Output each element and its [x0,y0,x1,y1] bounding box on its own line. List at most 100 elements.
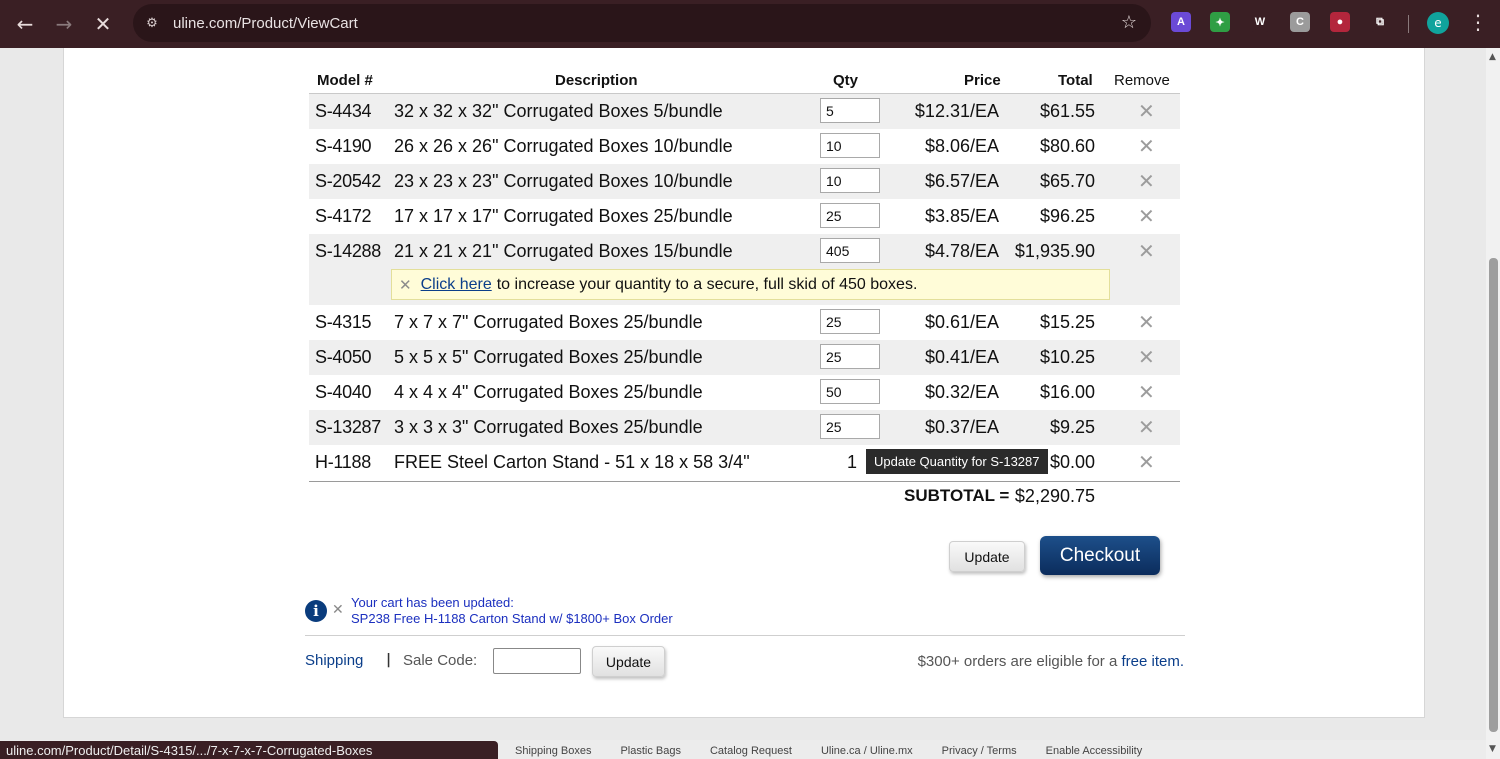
remove-item-icon[interactable]: ✕ [1138,450,1155,475]
model-link[interactable]: S-4434 [315,101,372,122]
a-extension-icon[interactable]: A [1171,12,1191,32]
footer-link[interactable]: Enable Accessibility [1046,745,1143,757]
bookmark-star-icon[interactable]: ☆ [1121,12,1137,33]
footer-link[interactable]: Privacy / Terms [942,745,1017,757]
shipping-link[interactable]: Shipping [305,652,363,669]
w-extension-icon[interactable]: W [1250,12,1270,32]
line-total: $65.70 [1039,171,1095,191]
remove-item-icon[interactable]: ✕ [1138,204,1155,229]
remove-item-icon[interactable]: ✕ [1138,415,1155,440]
remove-item-icon[interactable]: ✕ [1138,239,1155,264]
free-item-link[interactable]: free item. [1121,653,1184,670]
status-url: uline.com/Product/Detail/S-4315/.../7-x-… [0,741,498,759]
unit-price: $6.57/EA [924,171,999,191]
model-link[interactable]: S-4190 [315,136,372,157]
url-text[interactable]: uline.com/Product/ViewCart [173,15,358,32]
model-link[interactable]: S-20542 [315,171,381,192]
checkout-button[interactable]: Checkout [1040,536,1160,575]
description-link[interactable]: 17 x 17 x 17" Corrugated Boxes 25/bundle [394,206,733,227]
sale-code-label: Sale Code: [403,652,478,669]
upsell-banner: ✕ Click here to increase your quantity t… [391,269,1110,300]
puzzle-extension-icon[interactable]: ⧉ [1370,12,1390,32]
model-link[interactable]: S-13287 [315,417,381,438]
quantity-input[interactable] [820,203,880,228]
line-total: $16.00 [1039,382,1095,402]
sheets-extension-icon[interactable]: ✦ [1210,12,1230,32]
cart-row: S-4040 4 x 4 x 4" Corrugated Boxes 25/bun… [309,375,1180,410]
info-icon: i [305,600,327,622]
unit-price: $0.41/EA [924,347,999,367]
header-description: Description [555,72,638,89]
footer-link[interactable]: Uline.ca / Uline.mx [821,745,913,757]
red-extension-icon[interactable]: ● [1330,12,1350,32]
description-link[interactable]: 3 x 3 x 3" Corrugated Boxes 25/bundle [394,417,703,438]
model-link[interactable]: S-4050 [315,347,372,368]
cart-row: S-14288 21 x 21 x 21" Corrugated Boxes 15… [309,234,1180,269]
model-link[interactable]: H-1188 [315,452,371,473]
model-link[interactable]: S-4315 [315,312,372,333]
address-bar[interactable]: ⚙ uline.com/Product/ViewCart ☆ [133,4,1151,42]
sale-code-update-button[interactable]: Update [592,646,665,677]
line-total: $9.25 [1049,417,1095,437]
back-arrow-icon[interactable]: ← [7,6,43,42]
update-cart-button[interactable]: Update [949,541,1025,572]
description-link[interactable]: FREE Steel Carton Stand - 51 x 18 x 58 3… [394,452,750,473]
dismiss-notice-icon[interactable]: ✕ [332,602,344,618]
quantity-value: 1 [847,452,858,472]
quantity-input[interactable] [820,309,880,334]
cart-row: S-20542 23 x 23 x 23" Corrugated Boxes 10… [309,164,1180,199]
remove-item-icon[interactable]: ✕ [1138,345,1155,370]
upsell-row: ✕ Click here to increase your quantity t… [309,265,1180,305]
sale-code-input[interactable] [493,648,581,674]
scroll-up-arrow-icon[interactable]: ▲ [1489,52,1496,62]
remove-item-icon[interactable]: ✕ [1138,134,1155,159]
unit-price: $0.61/EA [924,312,999,332]
header-price: Price [964,72,1001,89]
footer-links: Shipping Boxes Plastic Bags Catalog Reques… [515,745,1171,757]
remove-item-icon[interactable]: ✕ [1138,310,1155,335]
scroll-down-arrow-icon[interactable]: ▼ [1489,744,1496,754]
description-link[interactable]: 4 x 4 x 4" Corrugated Boxes 25/bundle [394,382,703,403]
cart-updated-message: Your cart has been updated: [351,595,514,610]
remove-item-icon[interactable]: ✕ [1138,99,1155,124]
quantity-input[interactable] [820,379,880,404]
remove-item-icon[interactable]: ✕ [1138,169,1155,194]
upsell-text: to increase your quantity to a secure, f… [496,275,918,293]
line-total: $15.25 [1039,312,1095,332]
model-link[interactable]: S-4040 [315,382,372,403]
promo-applied-message: SP238 Free H-1188 Carton Stand w/ $1800+… [351,611,673,626]
footer-link[interactable]: Plastic Bags [620,745,681,757]
quantity-input[interactable] [820,98,880,123]
model-link[interactable]: S-14288 [315,241,381,262]
quantity-tooltip: Update Quantity for S-13287 [866,449,1048,474]
footer-link[interactable]: Catalog Request [710,745,792,757]
scrollbar-thumb[interactable] [1489,258,1498,732]
remove-item-icon[interactable]: ✕ [1138,380,1155,405]
site-info-icon[interactable]: ⚙ [139,10,165,36]
dismiss-upsell-icon[interactable]: ✕ [399,276,412,294]
description-link[interactable]: 21 x 21 x 21" Corrugated Boxes 15/bundle [394,241,733,262]
description-link[interactable]: 7 x 7 x 7" Corrugated Boxes 25/bundle [394,312,703,333]
description-link[interactable]: 5 x 5 x 5" Corrugated Boxes 25/bundle [394,347,703,368]
quantity-input[interactable] [820,133,880,158]
c-extension-icon[interactable]: C [1290,12,1310,32]
profile-avatar[interactable]: e [1427,12,1449,34]
promo-text: $300+ orders are eligible for a [917,653,1118,670]
table-bottom-line [309,481,1180,482]
cart-row: S-4434 32 x 32 x 32" Corrugated Boxes 5/b… [309,94,1180,129]
forward-arrow-icon[interactable]: → [46,6,82,42]
quantity-input[interactable] [820,414,880,439]
description-link[interactable]: 26 x 26 x 26" Corrugated Boxes 10/bundle [394,136,733,157]
cart-row: S-4172 17 x 17 x 17" Corrugated Boxes 25/… [309,199,1180,234]
quantity-input[interactable] [820,168,880,193]
stop-loading-icon[interactable]: ✕ [85,6,121,42]
description-link[interactable]: 32 x 32 x 32" Corrugated Boxes 5/bundle [394,101,723,122]
section-divider [305,635,1185,636]
description-link[interactable]: 23 x 23 x 23" Corrugated Boxes 10/bundle [394,171,733,192]
click-here-link[interactable]: Click here [421,276,492,294]
model-link[interactable]: S-4172 [315,206,372,227]
footer-link[interactable]: Shipping Boxes [515,745,591,757]
quantity-input[interactable] [820,238,880,263]
quantity-input[interactable] [820,344,880,369]
more-menu-icon[interactable]: ⋮ [1468,10,1488,34]
